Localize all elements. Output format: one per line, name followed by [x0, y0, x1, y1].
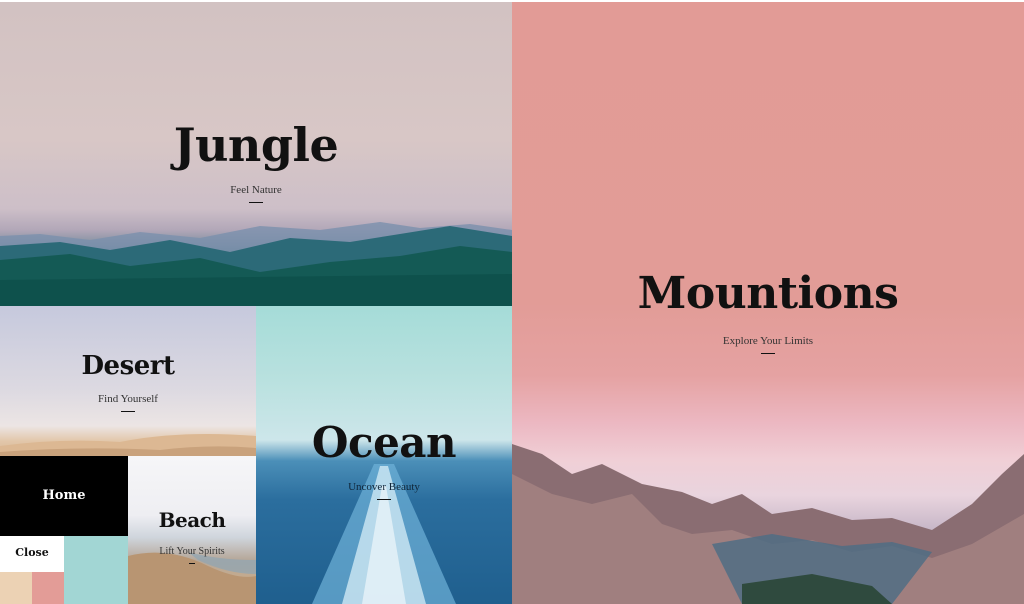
tile-jungle[interactable]: Jungle Feel Nature [0, 2, 512, 306]
ocean-divider [377, 499, 391, 500]
jungle-divider [249, 202, 263, 203]
swatch-pink [32, 572, 64, 604]
desert-dunes-image [0, 434, 256, 456]
desert-divider [121, 411, 135, 412]
mountains-cliffs-image [512, 444, 1024, 604]
jungle-subtitle: Feel Nature [230, 184, 282, 196]
beach-divider [189, 563, 195, 564]
beach-subtitle: Lift Your Spirits [159, 546, 225, 557]
tile-ocean[interactable]: Ocean Uncover Beauty [256, 306, 512, 604]
swatch-teal [64, 536, 128, 604]
desert-subtitle: Find Yourself [98, 393, 158, 405]
beach-title: Beach [158, 508, 226, 532]
ocean-subtitle: Uncover Beauty [348, 481, 420, 493]
close-button[interactable]: Close [0, 536, 64, 572]
jungle-hills-image [0, 222, 512, 306]
close-label: Close [15, 546, 49, 559]
home-button[interactable]: Home [0, 456, 128, 536]
mountains-subtitle: Explore Your Limits [722, 335, 814, 347]
mountains-divider [761, 353, 775, 354]
tile-mountains[interactable]: Mountions Explore Your Limits [512, 2, 1024, 604]
home-label: Home [42, 488, 86, 503]
tile-desert[interactable]: Desert Find Yourself [0, 306, 256, 456]
ocean-title: Ocean [311, 418, 457, 467]
swatch-tan [0, 572, 32, 604]
desert-title: Desert [81, 351, 175, 381]
tile-beach[interactable]: Beach Lift Your Spirits [128, 456, 256, 604]
jungle-title: Jungle [173, 118, 339, 172]
mountains-title: Mountions [637, 268, 899, 319]
